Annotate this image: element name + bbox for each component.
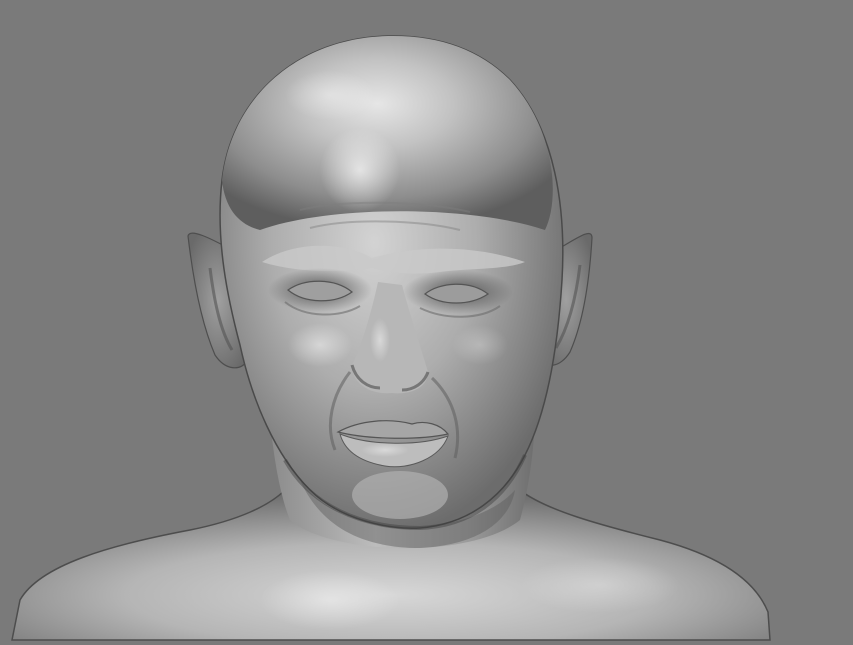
clay-bust-render: [0, 0, 853, 645]
left-cheek-specular: [288, 323, 352, 367]
lower-lip-specular: [361, 443, 409, 457]
nose-specular: [370, 318, 390, 362]
chest-highlight: [520, 557, 680, 613]
collarbone-highlight: [260, 570, 400, 630]
right-cheek-specular: [452, 325, 508, 365]
chin: [352, 471, 448, 519]
forehead-specular: [320, 128, 400, 212]
crown-specular: [285, 70, 375, 120]
sculpt-viewport[interactable]: [0, 0, 853, 645]
